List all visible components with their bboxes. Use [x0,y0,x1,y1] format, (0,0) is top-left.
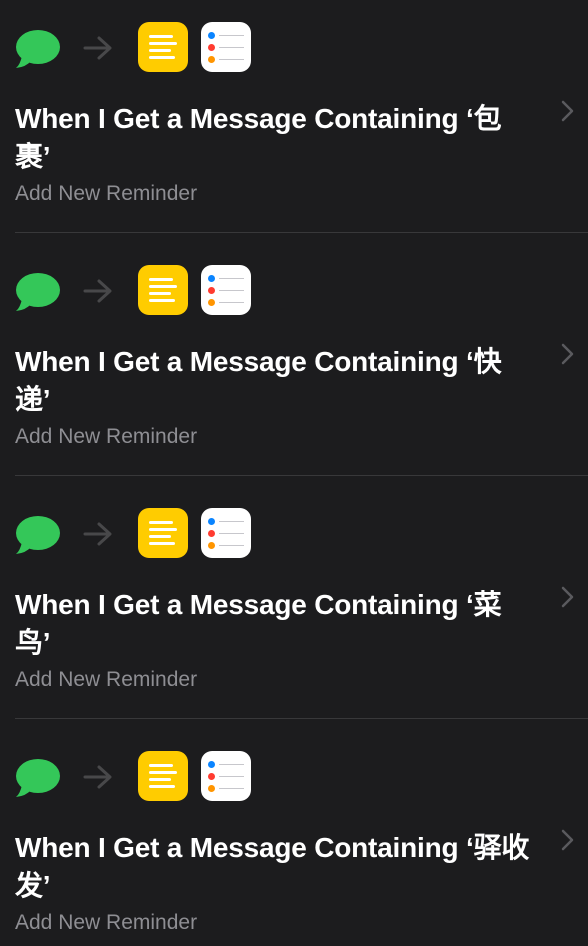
automation-title: When I Get a Message Containing ‘驿收发’ [15,832,530,901]
chevron-right-icon [561,829,574,851]
action-icons [15,508,275,560]
arrow-right-icon [83,36,112,60]
automation-title: When I Get a Message Containing ‘菜鸟’ [15,589,502,658]
automation-row[interactable]: When I Get a Message Containing ‘包裹’ Add… [0,0,588,243]
arrow-right-icon [83,765,112,789]
chevron-right-icon [561,586,574,608]
automation-subtitle: Add New Reminder [15,182,198,205]
notes-icon [138,265,188,315]
row-divider [15,232,588,233]
automation-row[interactable]: When I Get a Message Containing ‘快递’ Add… [0,243,588,486]
action-icons [15,265,275,317]
arrow-right-icon [83,522,112,546]
reminders-icon [201,265,251,315]
automation-title: When I Get a Message Containing ‘包裹’ [15,103,502,172]
arrow-right-icon [83,279,112,303]
automation-title: When I Get a Message Containing ‘快递’ [15,346,502,415]
notes-icon [138,751,188,801]
reminders-icon [201,22,251,72]
automation-list: When I Get a Message Containing ‘包裹’ Add… [0,0,588,946]
automation-subtitle: Add New Reminder [15,668,198,691]
messages-icon [16,30,60,68]
messages-icon [16,273,60,311]
messages-icon [16,516,60,554]
action-icons [15,751,275,803]
notes-icon [138,508,188,558]
automation-subtitle: Add New Reminder [15,425,198,448]
automation-row[interactable]: When I Get a Message Containing ‘菜鸟’ Add… [0,486,588,729]
row-divider [15,475,588,476]
row-divider [15,718,588,719]
action-icons [15,22,275,74]
messages-icon [16,759,60,797]
reminders-icon [201,751,251,801]
chevron-right-icon [561,343,574,365]
chevron-right-icon [561,100,574,122]
automation-row[interactable]: When I Get a Message Containing ‘驿收发’ Ad… [0,729,588,946]
automation-subtitle: Add New Reminder [15,911,198,934]
notes-icon [138,22,188,72]
reminders-icon [201,508,251,558]
